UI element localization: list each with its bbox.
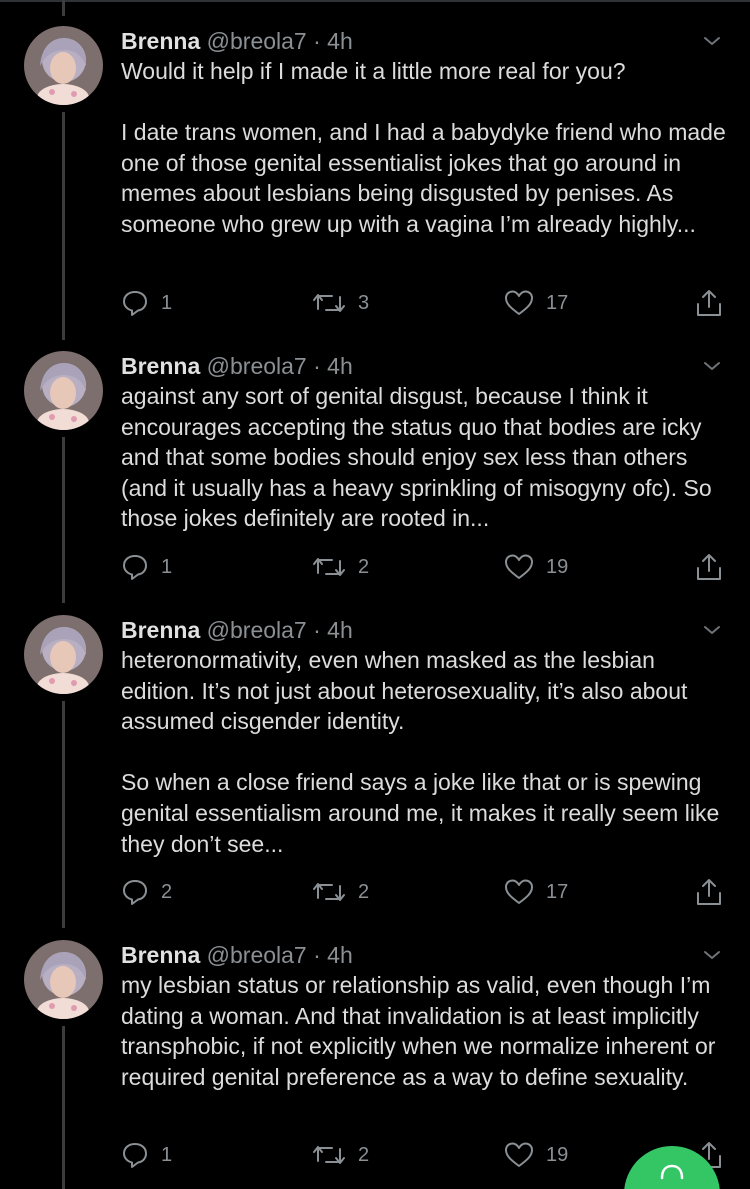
like-count: 17: [546, 880, 569, 903]
avatar[interactable]: [24, 940, 103, 1019]
heart-icon: [504, 553, 534, 581]
tweet-actions: 2 2 17: [0, 877, 750, 907]
author-name[interactable]: Brenna: [121, 28, 200, 54]
reply-button[interactable]: 1: [121, 1140, 172, 1170]
share-button[interactable]: [694, 288, 724, 318]
timestamp[interactable]: 4h: [327, 942, 353, 968]
author-name[interactable]: Brenna: [121, 942, 200, 968]
tweet-text: Would it help if I made it a little more…: [121, 56, 731, 240]
author-handle[interactable]: @breola7: [207, 617, 307, 643]
tweet-actions: 1 3 17: [0, 288, 750, 318]
author-handle[interactable]: @breola7: [207, 942, 307, 968]
reply-button[interactable]: 2: [121, 877, 172, 907]
reply-icon: [121, 553, 149, 581]
reply-button[interactable]: 1: [121, 288, 172, 318]
separator-dot: ·: [313, 617, 321, 643]
reply-icon: [121, 878, 149, 906]
tweet-paragraph: against any sort of genital disgust, bec…: [121, 383, 712, 532]
reply-button[interactable]: 1: [121, 552, 172, 582]
chevron-down-icon[interactable]: [700, 357, 724, 375]
reply-icon: [121, 1141, 149, 1169]
like-count: 19: [546, 555, 569, 578]
tweet-header: Brenna @breola7 · 4h: [121, 940, 353, 970]
avatar[interactable]: [24, 26, 103, 105]
retweet-button[interactable]: 2: [312, 552, 369, 582]
retweet-button[interactable]: 3: [312, 288, 369, 318]
tweet-text: against any sort of genital disgust, bec…: [121, 381, 731, 534]
retweet-icon: [312, 878, 346, 906]
retweet-icon: [312, 553, 346, 581]
share-button[interactable]: [694, 877, 724, 907]
retweet-button[interactable]: 2: [312, 1140, 369, 1170]
heart-icon: [504, 878, 534, 906]
tweet-text: my lesbian status or relationship as val…: [121, 970, 731, 1092]
reply-icon: [121, 289, 149, 317]
reply-count: 1: [161, 1143, 173, 1166]
timestamp[interactable]: 4h: [327, 28, 353, 54]
heart-icon: [504, 289, 534, 317]
tweet-header: Brenna @breola7 · 4h: [121, 351, 353, 381]
retweet-count: 3: [358, 291, 370, 314]
retweet-count: 2: [358, 1143, 370, 1166]
author-handle[interactable]: @breola7: [207, 28, 307, 54]
tweet-paragraph: heteronormativity, even when masked as t…: [121, 647, 688, 735]
separator-dot: ·: [313, 353, 321, 379]
heart-icon: [504, 1141, 534, 1169]
like-button[interactable]: 19: [504, 552, 568, 582]
share-icon: [694, 552, 724, 582]
tweet-header: Brenna @breola7 · 4h: [121, 615, 353, 645]
retweet-icon: [312, 1141, 346, 1169]
author-name[interactable]: Brenna: [121, 617, 200, 643]
retweet-icon: [312, 289, 346, 317]
share-button[interactable]: [694, 552, 724, 582]
tweet-paragraph: So when a close friend says a joke like …: [121, 769, 720, 857]
compose-icon: [656, 1158, 688, 1189]
retweet-count: 2: [358, 880, 370, 903]
chevron-down-icon[interactable]: [700, 946, 724, 964]
avatar[interactable]: [24, 615, 103, 694]
thread-line: [62, 0, 65, 16]
author-handle[interactable]: @breola7: [207, 353, 307, 379]
chevron-down-icon[interactable]: [700, 32, 724, 50]
separator-dot: ·: [313, 942, 321, 968]
like-button[interactable]: 17: [504, 288, 568, 318]
retweet-button[interactable]: 2: [312, 877, 369, 907]
separator-dot: ·: [313, 28, 321, 54]
tweet-paragraph: my lesbian status or relationship as val…: [121, 972, 716, 1090]
author-name[interactable]: Brenna: [121, 353, 200, 379]
top-divider: [0, 0, 750, 2]
share-icon: [694, 288, 724, 318]
reply-count: 1: [161, 291, 173, 314]
like-count: 17: [546, 291, 569, 314]
share-icon: [694, 877, 724, 907]
tweet-paragraph: Would it help if I made it a little more…: [121, 58, 626, 84]
tweet-actions: 1 2 19: [0, 552, 750, 582]
chevron-down-icon[interactable]: [700, 621, 724, 639]
like-count: 19: [546, 1143, 569, 1166]
tweet-header: Brenna @breola7 · 4h: [121, 26, 353, 56]
like-button[interactable]: 17: [504, 877, 568, 907]
retweet-count: 2: [358, 555, 370, 578]
timestamp[interactable]: 4h: [327, 617, 353, 643]
tweet-text: heteronormativity, even when masked as t…: [121, 645, 731, 859]
reply-count: 1: [161, 555, 173, 578]
timestamp[interactable]: 4h: [327, 353, 353, 379]
avatar[interactable]: [24, 351, 103, 430]
like-button[interactable]: 19: [504, 1140, 568, 1170]
reply-count: 2: [161, 880, 173, 903]
tweet-paragraph: I date trans women, and I had a babydyke…: [121, 119, 726, 237]
